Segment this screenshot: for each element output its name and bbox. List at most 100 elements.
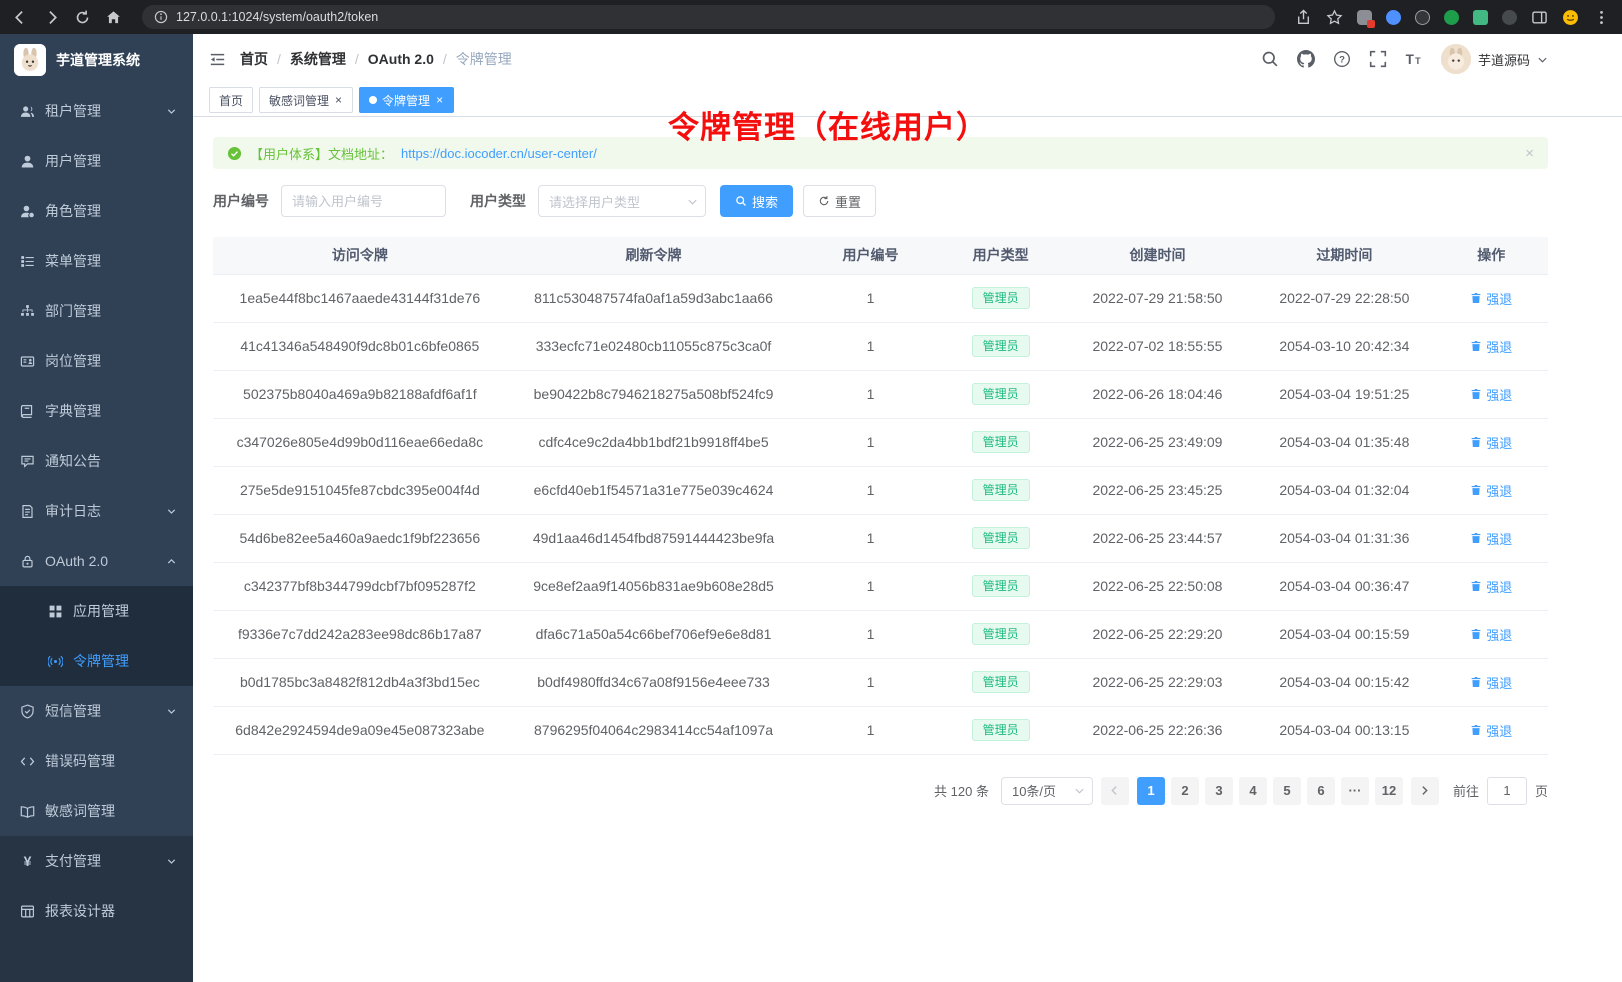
font-size-icon[interactable]: TT: [1405, 50, 1423, 68]
tab-close-icon[interactable]: ×: [334, 93, 343, 107]
sidebar-item-audit-log[interactable]: 审计日志: [0, 486, 193, 536]
sidebar-item-user[interactable]: 用户管理: [0, 136, 193, 186]
browser-menu-icon[interactable]: [1593, 9, 1610, 26]
extension-green-icon[interactable]: [1444, 10, 1459, 25]
page-size-select[interactable]: 10条/页: [1001, 777, 1093, 805]
sidebar-item-pay[interactable]: ¥ 支付管理: [0, 836, 193, 886]
sidebar-item-label: 报表设计器: [45, 901, 115, 921]
menu-icon: [20, 254, 35, 269]
doc-link[interactable]: https://doc.iocoder.cn/user-center/: [401, 146, 597, 161]
user-id-label: 用户编号: [213, 191, 269, 211]
page-button[interactable]: 3: [1205, 777, 1233, 805]
goto-suffix: 页: [1535, 781, 1548, 800]
app-logo-row[interactable]: 芋道管理系统: [0, 34, 193, 86]
help-icon[interactable]: ?: [1333, 50, 1351, 68]
sidebar-item-token[interactable]: 令牌管理: [0, 636, 193, 686]
tab-token[interactable]: 令牌管理 ×: [359, 87, 454, 113]
page-button[interactable]: 5: [1273, 777, 1301, 805]
force-logout-button[interactable]: 强退: [1470, 529, 1512, 548]
force-logout-button[interactable]: 强退: [1470, 481, 1512, 500]
sidebar-item-notice[interactable]: 通知公告: [0, 436, 193, 486]
table-row: f9336e7c7dd242a283ee98dc86b17a87 dfa6c71…: [213, 610, 1548, 658]
cell-access-token: 1ea5e44f8bc1467aaede43144f31de76: [213, 274, 507, 322]
browser-back-icon[interactable]: [12, 9, 29, 26]
prev-page-button[interactable]: [1101, 777, 1129, 805]
extension-dark-icon[interactable]: [1415, 10, 1430, 25]
force-logout-button[interactable]: 强退: [1470, 577, 1512, 596]
force-logout-button[interactable]: 强退: [1470, 385, 1512, 404]
vue-devtools-icon[interactable]: [1473, 10, 1488, 25]
sidebar-fold-icon[interactable]: [209, 51, 226, 68]
url-bar[interactable]: 127.0.0.1:1024/system/oauth2/token: [142, 5, 1275, 29]
page-button[interactable]: ···: [1341, 777, 1369, 805]
search-button[interactable]: 搜索: [720, 185, 793, 217]
user-id-input[interactable]: [281, 185, 446, 217]
force-logout-button[interactable]: 强退: [1470, 433, 1512, 452]
extension-badge-icon[interactable]: [1357, 10, 1372, 25]
sidebar-item-error-code[interactable]: 错误码管理: [0, 736, 193, 786]
log-icon: [20, 504, 35, 519]
col-actions: 操作: [1434, 237, 1548, 274]
breadcrumb-system[interactable]: 系统管理: [290, 49, 346, 69]
bookmark-star-icon[interactable]: [1326, 9, 1343, 26]
user-menu[interactable]: 芋道源码: [1441, 44, 1548, 74]
sidebar-item-post[interactable]: 岗位管理: [0, 336, 193, 386]
page-button[interactable]: 1: [1137, 777, 1165, 805]
side-panel-icon[interactable]: [1531, 9, 1548, 26]
page-button[interactable]: 12: [1375, 777, 1403, 805]
cell-user-id: 1: [800, 274, 940, 322]
page-button[interactable]: 6: [1307, 777, 1335, 805]
sidebar-item-dept[interactable]: 部门管理: [0, 286, 193, 336]
breadcrumb-oauth[interactable]: OAuth 2.0: [368, 51, 434, 67]
user-type-badge: 管理员: [972, 671, 1030, 693]
sidebar-item-oauth[interactable]: OAuth 2.0: [0, 536, 193, 586]
sidebar-item-sensitive-word[interactable]: 敏感词管理: [0, 786, 193, 836]
extension-blue-icon[interactable]: [1386, 10, 1401, 25]
sidebar-item-sms[interactable]: 短信管理: [0, 686, 193, 736]
force-logout-button[interactable]: 强退: [1470, 625, 1512, 644]
sidebar-item-dict[interactable]: 字典管理: [0, 386, 193, 436]
pay-icon: ¥: [20, 853, 35, 869]
profile-avatar-icon[interactable]: [1562, 9, 1579, 26]
sidebar-item-oauth-app[interactable]: 应用管理: [0, 586, 193, 636]
sidebar-item-report-designer[interactable]: 报表设计器: [0, 886, 193, 936]
force-logout-button[interactable]: 强退: [1470, 721, 1512, 740]
close-icon[interactable]: ×: [1525, 145, 1534, 162]
breadcrumb-home[interactable]: 首页: [240, 49, 268, 69]
browser-forward-icon[interactable]: [43, 9, 60, 26]
reset-button[interactable]: 重置: [803, 185, 876, 217]
github-icon[interactable]: [1297, 50, 1315, 68]
sidebar-item-tenant[interactable]: 租户管理: [0, 86, 193, 136]
force-logout-button[interactable]: 强退: [1470, 337, 1512, 356]
share-icon[interactable]: [1295, 9, 1312, 26]
sidebar-item-role[interactable]: 角色管理: [0, 186, 193, 236]
browser-home-icon[interactable]: [105, 9, 122, 26]
force-logout-button[interactable]: 强退: [1470, 673, 1512, 692]
next-page-button[interactable]: [1411, 777, 1439, 805]
goto-page-input[interactable]: [1487, 777, 1527, 805]
delete-icon: [1470, 676, 1482, 688]
sensitive-word-icon: [20, 804, 35, 819]
browser-reload-icon[interactable]: [74, 9, 91, 26]
page-button[interactable]: 4: [1239, 777, 1267, 805]
token-icon: [48, 654, 63, 669]
cell-actions: 强退: [1434, 610, 1548, 658]
fullscreen-icon[interactable]: [1369, 50, 1387, 68]
search-icon[interactable]: [1261, 50, 1279, 68]
tab-sensitive-word[interactable]: 敏感词管理 ×: [259, 87, 353, 113]
force-logout-button[interactable]: 强退: [1470, 289, 1512, 308]
sidebar-item-menu[interactable]: 菜单管理: [0, 236, 193, 286]
cell-refresh-token: 49d1aa46d1454fbd87591444423be9fa: [507, 514, 801, 562]
tab-close-icon[interactable]: ×: [435, 93, 444, 107]
tab-home[interactable]: 首页: [209, 87, 253, 113]
table-row: b0d1785bc3a8482f812db4a3f3bd15ec b0df498…: [213, 658, 1548, 706]
tenant-icon: [20, 104, 35, 119]
cell-refresh-token: cdfc4ce9c2da4bb1bdf21b9918ff4be5: [507, 418, 801, 466]
extension-gray-icon[interactable]: [1502, 10, 1517, 25]
site-info-icon[interactable]: [154, 10, 168, 24]
page-button[interactable]: 2: [1171, 777, 1199, 805]
chevron-down-icon: [166, 106, 177, 117]
app-logo: [14, 44, 46, 76]
user-type-select[interactable]: 请选择用户类型: [538, 185, 706, 217]
svg-text:T: T: [1406, 52, 1415, 67]
